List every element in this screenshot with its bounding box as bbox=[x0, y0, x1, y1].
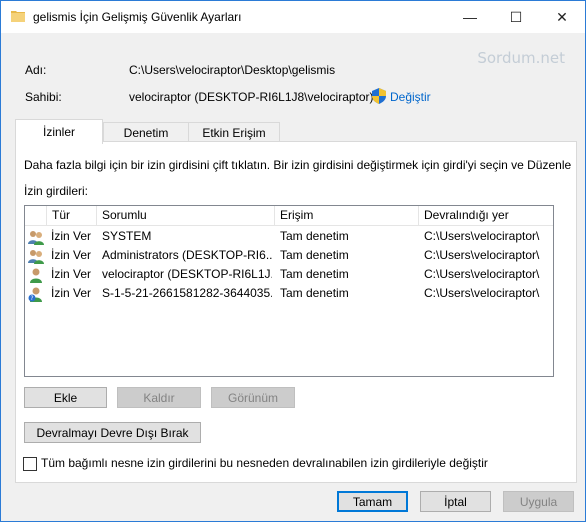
name-label: Adı: bbox=[25, 63, 47, 77]
maximize-button[interactable]: ☐ bbox=[493, 1, 539, 33]
tab-label: Denetim bbox=[123, 125, 169, 140]
permission-entries-list[interactable]: Tür Sorumlu Erişim Devralındığı yer İzin… bbox=[24, 205, 554, 377]
uac-shield-icon bbox=[372, 88, 386, 104]
unknown-user-icon: ? bbox=[28, 287, 42, 302]
row-type: İzin Ver bbox=[51, 286, 92, 300]
disable-inheritance-button[interactable]: Devralmayı Devre Dışı Bırak bbox=[24, 422, 201, 443]
tab-permissions[interactable]: İzinler bbox=[15, 119, 103, 144]
row-access: Tam denetim bbox=[280, 286, 349, 300]
view-button[interactable]: Görünüm bbox=[211, 387, 295, 408]
row-access: Tam denetim bbox=[280, 248, 349, 262]
table-row[interactable]: İzin Ver SYSTEM Tam denetim C:\Users\vel… bbox=[25, 227, 553, 246]
dialog-content: Sordum.net Adı: C:\Users\velociraptor\De… bbox=[1, 33, 585, 521]
permission-entries-label: İzin girdileri: bbox=[24, 184, 89, 198]
row-principal: velociraptor (DESKTOP-RI6L1J... bbox=[102, 267, 272, 281]
tab-auditing[interactable]: Denetim bbox=[103, 122, 189, 142]
list-header: Tür Sorumlu Erişim Devralındığı yer bbox=[25, 206, 553, 226]
row-type: İzin Ver bbox=[51, 229, 92, 243]
cancel-button[interactable]: İptal bbox=[420, 491, 491, 512]
folder-icon bbox=[11, 11, 25, 22]
tab-effective-access[interactable]: Etkin Erişim bbox=[188, 122, 280, 142]
ok-button[interactable]: Tamam bbox=[337, 491, 408, 512]
security-settings-window: gelismis İçin Gelişmiş Güvenlik Ayarları… bbox=[0, 0, 586, 522]
column-header-principal[interactable]: Sorumlu bbox=[96, 206, 275, 225]
column-header-access[interactable]: Erişim bbox=[274, 206, 419, 225]
user-group-icon bbox=[28, 231, 44, 245]
row-inherited-from: C:\Users\velociraptor\ bbox=[424, 286, 540, 300]
table-row[interactable]: İzin Ver velociraptor (DESKTOP-RI6L1J...… bbox=[25, 265, 553, 284]
owner-value: velociraptor (DESKTOP-RI6L1J8\velocirapt… bbox=[129, 90, 374, 104]
table-row[interactable]: İzin Ver Administrators (DESKTOP-RI6... … bbox=[25, 246, 553, 265]
row-access: Tam denetim bbox=[280, 229, 349, 243]
maximize-icon: ☐ bbox=[509, 8, 523, 25]
owner-label: Sahibi: bbox=[25, 90, 62, 104]
svg-text:?: ? bbox=[30, 295, 33, 302]
info-text: Daha fazla bilgi için bir izin girdisini… bbox=[24, 158, 572, 172]
row-type: İzin Ver bbox=[51, 248, 92, 262]
row-principal: S-1-5-21-2661581282-3644035... bbox=[102, 286, 272, 300]
row-inherited-from: C:\Users\velociraptor\ bbox=[424, 248, 540, 262]
row-access: Tam denetim bbox=[280, 267, 349, 281]
close-icon: ✕ bbox=[556, 8, 568, 25]
user-icon bbox=[30, 268, 42, 283]
window-title: gelismis İçin Gelişmiş Güvenlik Ayarları bbox=[33, 10, 242, 24]
column-header-type[interactable]: Tür bbox=[46, 206, 91, 225]
row-inherited-from: C:\Users\velociraptor\ bbox=[424, 267, 540, 281]
watermark: Sordum.net bbox=[477, 49, 565, 67]
row-inherited-from: C:\Users\velociraptor\ bbox=[424, 229, 540, 243]
add-button[interactable]: Ekle bbox=[24, 387, 107, 408]
replace-child-permissions-checkbox[interactable] bbox=[23, 457, 37, 471]
row-principal: SYSTEM bbox=[102, 229, 152, 243]
tab-label: İzinler bbox=[42, 125, 75, 139]
close-button[interactable]: ✕ bbox=[539, 1, 585, 33]
remove-button[interactable]: Kaldır bbox=[117, 387, 201, 408]
user-group-icon bbox=[28, 250, 44, 264]
table-row[interactable]: ? İzin Ver S-1-5-21-2661581282-3644035..… bbox=[25, 284, 553, 303]
row-principal: Administrators (DESKTOP-RI6... bbox=[102, 248, 272, 262]
name-value: C:\Users\velociraptor\Desktop\gelismis bbox=[129, 63, 336, 77]
minimize-button[interactable]: — bbox=[447, 1, 493, 33]
title-bar[interactable]: gelismis İçin Gelişmiş Güvenlik Ayarları… bbox=[1, 1, 585, 33]
change-owner-link[interactable]: Değiştir bbox=[390, 90, 431, 104]
column-header-inherited-from[interactable]: Devralındığı yer bbox=[418, 206, 553, 225]
row-type: İzin Ver bbox=[51, 267, 92, 281]
replace-child-permissions-label: Tüm bağımlı nesne izin girdilerini bu ne… bbox=[41, 456, 488, 470]
minimize-icon: — bbox=[463, 9, 477, 25]
apply-button[interactable]: Uygula bbox=[503, 491, 574, 512]
tab-label: Etkin Erişim bbox=[202, 125, 266, 140]
